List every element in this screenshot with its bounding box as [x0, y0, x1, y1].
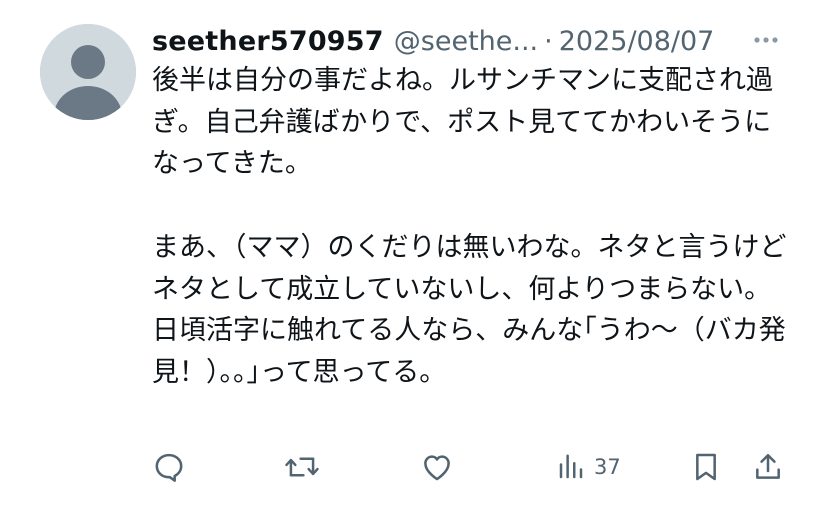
reply-icon	[155, 453, 183, 482]
avatar[interactable]	[40, 24, 136, 120]
views-chart-icon	[559, 454, 583, 479]
display-name[interactable]: seether570957	[152, 26, 384, 57]
more-options-button[interactable]	[750, 28, 782, 52]
heart-icon	[424, 455, 450, 481]
post-date[interactable]: 2025/08/07	[559, 26, 715, 57]
default-avatar-icon	[40, 24, 136, 120]
like-button[interactable]	[420, 447, 454, 487]
reply-button[interactable]	[152, 447, 186, 487]
post-paragraph: 日頃活字に触れてる人なら、みんな｢うわ～（バカ発見！）。。｣って思ってる。	[152, 315, 786, 388]
share-icon	[756, 454, 780, 479]
views-button[interactable]: 37	[556, 447, 621, 487]
action-bar: 37	[152, 447, 792, 487]
repost-button[interactable]	[284, 447, 320, 487]
post-paragraph: 後半は自分の事だよね。ルサンチマンに支配され過ぎ。自己弁護ばかりで、ポスト見てて…	[152, 65, 773, 180]
post-paragraph: まあ、（ママ）のくだりは無いわな。ネタと言うけどネタとして成立していないし、何よ…	[152, 231, 787, 305]
bookmark-button[interactable]	[690, 447, 722, 487]
more-dots-icon	[754, 37, 778, 43]
post: seether570957 @seethe... · 2025/08/07 後半…	[0, 0, 828, 506]
views-count: 37	[594, 455, 621, 479]
post-paragraph-blank	[152, 185, 792, 227]
post-header: seether570957 @seethe... · 2025/08/07	[152, 22, 792, 60]
separator-dot: ·	[544, 25, 553, 57]
repost-icon	[285, 457, 319, 477]
post-text: 後半は自分の事だよね。ルサンチマンに支配され過ぎ。自己弁護ばかりで、ポスト見てて…	[152, 60, 792, 394]
bookmark-icon	[696, 453, 716, 481]
share-button[interactable]	[752, 447, 784, 487]
user-handle[interactable]: @seethe...	[394, 26, 538, 57]
